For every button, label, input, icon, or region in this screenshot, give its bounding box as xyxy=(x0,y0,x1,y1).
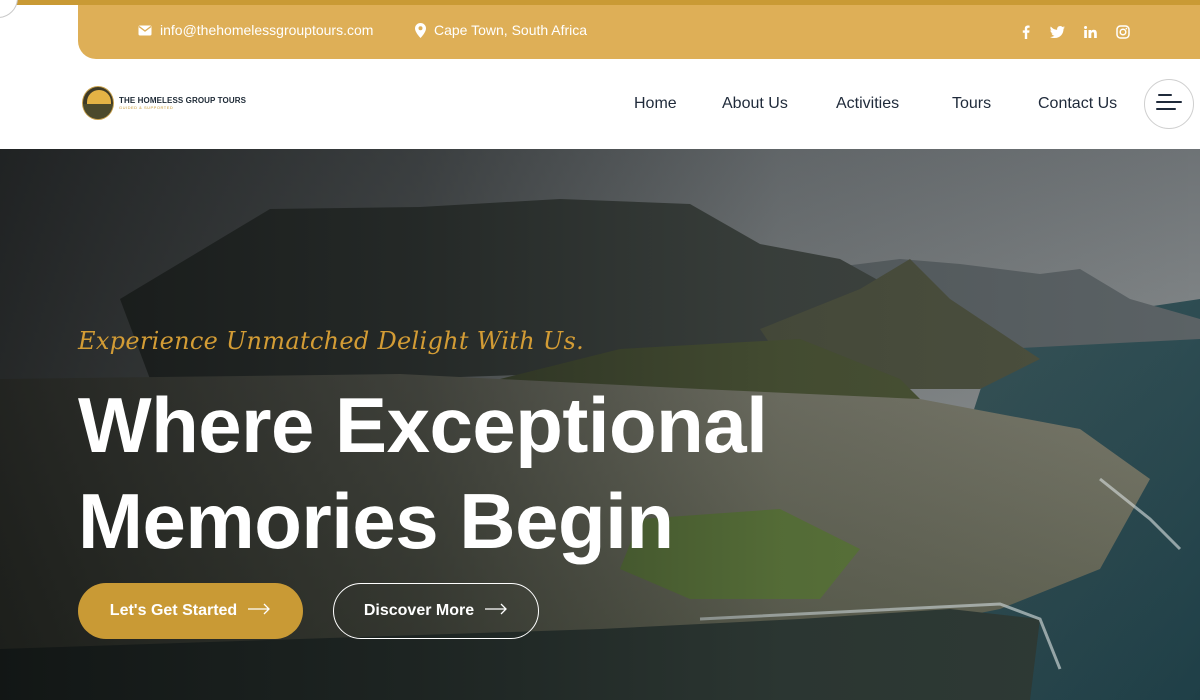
arrow-right-icon xyxy=(484,602,508,620)
logo-emblem-icon xyxy=(82,86,114,120)
page: info@thehomelessgrouptours.com Cape Town… xyxy=(0,0,1200,700)
contact-email[interactable]: info@thehomelessgrouptours.com xyxy=(138,22,373,38)
brand-tagline: GUIDED & SUPPORTED xyxy=(119,104,174,110)
facebook-icon[interactable] xyxy=(1018,24,1034,40)
lets-get-started-label: Let's Get Started xyxy=(109,602,238,619)
hero-headline-line-1: Where Exceptional xyxy=(78,381,768,469)
nav-item-contact-us[interactable]: Contact Us xyxy=(1038,95,1117,113)
brand-name: THE HOMELESS GROUP TOURS xyxy=(119,95,247,105)
envelope-icon xyxy=(138,25,152,36)
linkedin-icon[interactable] xyxy=(1082,24,1098,40)
instagram-icon[interactable] xyxy=(1115,24,1131,40)
hamburger-menu-button[interactable] xyxy=(1144,79,1194,129)
discover-more-label: Discover More xyxy=(363,602,475,619)
map-pin-icon xyxy=(415,22,426,38)
lets-get-started-button[interactable]: Let's Get Started xyxy=(78,583,303,639)
contact-location: Cape Town, South Africa xyxy=(415,22,587,38)
nav-item-tours[interactable]: Tours xyxy=(952,95,991,113)
nav-item-home[interactable]: Home xyxy=(634,95,677,113)
hero-headline: Where Exceptional Memories Begin xyxy=(78,377,878,569)
corner-circle-decoration xyxy=(0,0,18,18)
info-bar: info@thehomelessgrouptours.com Cape Town… xyxy=(78,5,1200,59)
nav-item-activities[interactable]: Activities xyxy=(836,95,899,113)
arrow-right-icon xyxy=(247,602,271,620)
main-navbar: THE HOMELESS GROUP TOURS GUIDED & SUPPOR… xyxy=(0,59,1200,149)
menu-icon xyxy=(1156,93,1182,116)
hero-tagline: Experience Unmatched Delight With Us. xyxy=(78,327,585,355)
location-text: Cape Town, South Africa xyxy=(434,22,588,38)
discover-more-button[interactable]: Discover More xyxy=(333,583,539,639)
hero-headline-line-2: Memories Begin xyxy=(78,477,674,565)
nav-item-about-us[interactable]: About Us xyxy=(722,95,788,113)
email-text: info@thehomelessgrouptours.com xyxy=(160,22,374,38)
twitter-icon[interactable] xyxy=(1049,24,1065,40)
hero-section: Experience Unmatched Delight With Us. Wh… xyxy=(0,149,1200,700)
brand-logo[interactable]: THE HOMELESS GROUP TOURS GUIDED & SUPPOR… xyxy=(82,86,246,120)
